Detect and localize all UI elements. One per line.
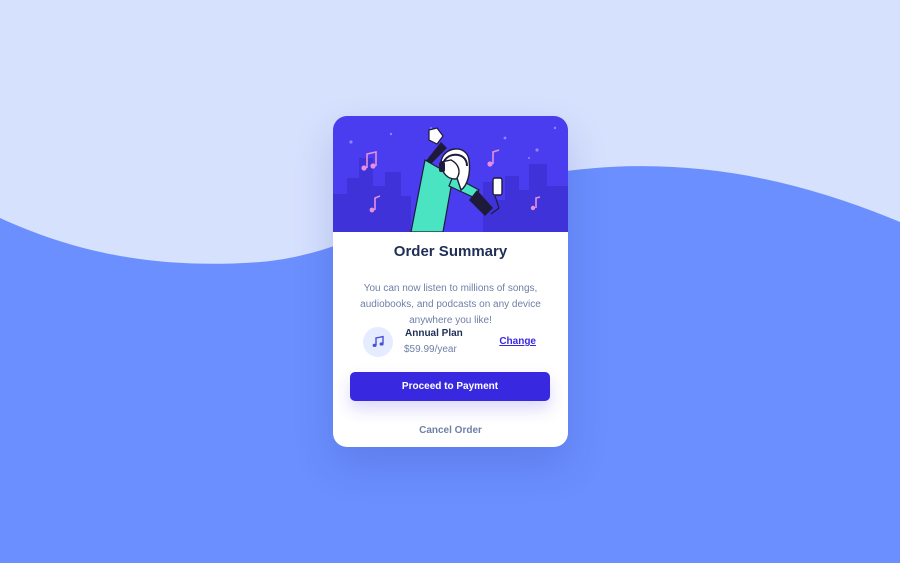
order-summary-card: Order Summary You can now listen to mill…	[333, 116, 568, 447]
card-description: You can now listen to millions of songs,…	[360, 283, 541, 326]
plan-name: Annual Plan	[405, 328, 463, 339]
music-note-icon	[363, 327, 393, 357]
cancel-order-button[interactable]: Cancel Order	[333, 425, 568, 436]
plan-price: $59.99/year	[404, 344, 457, 355]
proceed-to-payment-button[interactable]: Proceed to Payment	[350, 372, 550, 401]
hero-illustration	[333, 116, 568, 232]
change-plan-link[interactable]: Change	[499, 336, 536, 347]
plan-row: Annual Plan $59.99/year Change	[350, 324, 551, 358]
card-title: Order Summary	[393, 243, 508, 260]
